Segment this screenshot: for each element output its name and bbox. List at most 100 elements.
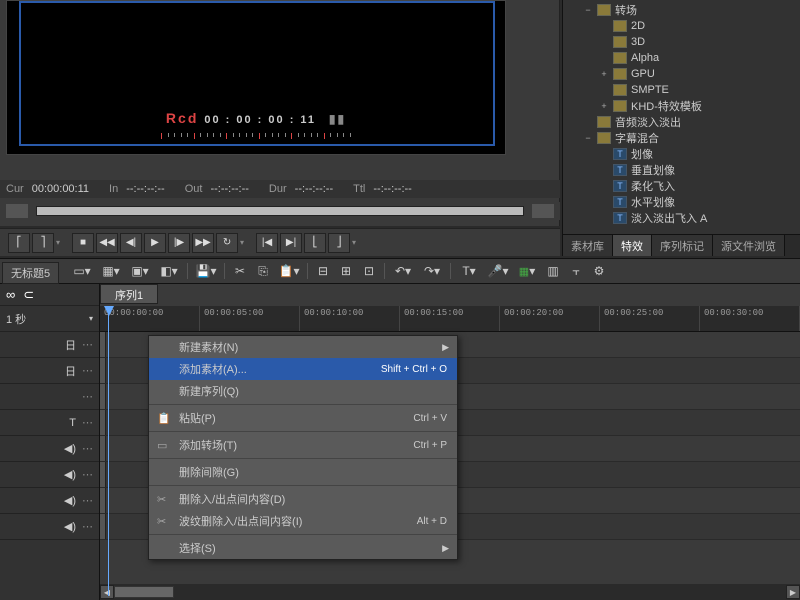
ruler-cell: 00:00:30:00 xyxy=(700,306,800,331)
tree-item[interactable]: +KHD-特效模板 xyxy=(563,98,800,114)
context-menu-item[interactable]: 添加素材(A)...Shift + Ctrl + O xyxy=(149,358,457,380)
rewind-button[interactable]: ◀◀ xyxy=(96,233,118,253)
timeline-ruler[interactable]: 00:00:00:0000:00:05:0000:00:10:0000:00:1… xyxy=(100,306,800,332)
tool-dropdown-1[interactable]: ▭▾ xyxy=(69,262,95,280)
group-button[interactable]: ⊞ xyxy=(336,262,356,280)
folder-icon xyxy=(613,100,627,112)
track-options-icon[interactable]: ⋯ xyxy=(82,520,93,533)
link-mode-icon[interactable]: ∞ xyxy=(6,287,15,302)
tree-item[interactable]: 3D xyxy=(563,34,800,50)
context-menu-item[interactable]: 选择(S)▶ xyxy=(149,537,457,559)
fx-tab[interactable]: 源文件浏览 xyxy=(713,235,785,256)
tree-item[interactable]: −字幕混合 xyxy=(563,130,800,146)
save-button[interactable]: 💾▾ xyxy=(193,262,219,280)
hscroll-left-button[interactable]: ◀ xyxy=(100,585,114,599)
tree-toggle-icon[interactable]: + xyxy=(599,101,609,111)
tool-dropdown-4[interactable]: ◧▾ xyxy=(156,262,182,280)
track-edge xyxy=(100,514,106,539)
timeline-hscroll[interactable]: ◀ ▶ xyxy=(100,584,800,600)
split-button[interactable]: ⊟ xyxy=(313,262,333,280)
fx-tab[interactable]: 特效 xyxy=(613,235,652,256)
cut-button[interactable]: ✂ xyxy=(230,262,250,280)
context-menu-item[interactable]: 新建素材(N)▶ xyxy=(149,336,457,358)
track-header[interactable]: ◀)⋯ xyxy=(0,488,99,514)
tree-item[interactable]: T淡入淡出飞入 B xyxy=(563,226,800,228)
track-header[interactable]: 日⋯ xyxy=(0,332,99,358)
step-fwd-button[interactable]: |▶ xyxy=(168,233,190,253)
fx-tab[interactable]: 素材库 xyxy=(563,235,613,256)
layout-button[interactable]: ▥ xyxy=(543,262,563,280)
track-options-icon[interactable]: ⋯ xyxy=(82,364,93,377)
adjust-button[interactable]: ⫟ xyxy=(566,262,586,280)
tool-dropdown-2[interactable]: ▦▾ xyxy=(98,262,124,280)
stop-button[interactable]: ■ xyxy=(72,233,94,253)
tree-item[interactable]: −转场 xyxy=(563,2,800,18)
tree-item[interactable]: T垂直划像 xyxy=(563,162,800,178)
title-tool-button[interactable]: T▾ xyxy=(456,262,482,280)
track-header[interactable]: ◀)⋯ xyxy=(0,462,99,488)
color-tool-button[interactable]: ▦▾ xyxy=(514,262,540,280)
redo-button[interactable]: ↷▾ xyxy=(419,262,445,280)
scrub-right-gutter[interactable] xyxy=(532,204,554,218)
jump-in-button[interactable]: |◀ xyxy=(256,233,278,253)
ffwd-button[interactable]: ▶▶ xyxy=(192,233,214,253)
bracket-in-button[interactable]: ⎣ xyxy=(304,233,326,253)
track-options-icon[interactable]: ⋯ xyxy=(82,416,93,429)
tree-item[interactable]: T淡入淡出飞入 A xyxy=(563,210,800,226)
settings-button[interactable]: ⚙ xyxy=(589,262,609,280)
track-header[interactable]: ⋯ xyxy=(0,384,99,410)
paste-button[interactable]: 📋▾ xyxy=(276,262,302,280)
play-button[interactable]: ▶ xyxy=(144,233,166,253)
tree-item[interactable]: T柔化飞入 xyxy=(563,178,800,194)
preview-viewport[interactable]: Rcd00 : 00 : 00 : 11 ▮▮ xyxy=(6,0,506,155)
fx-icon: T xyxy=(613,180,627,192)
bracket-out-button[interactable]: ⎦ xyxy=(328,233,350,253)
track-options-icon[interactable]: ⋯ xyxy=(82,468,93,481)
context-menu-item[interactable]: 删除间隙(G) xyxy=(149,461,457,483)
mark-in-button[interactable]: ⎡ xyxy=(8,233,30,253)
timeline-scale-row[interactable]: 1 秒 ▾ xyxy=(0,306,99,332)
rec-label: Rcd xyxy=(166,110,198,126)
scrub-left-gutter[interactable] xyxy=(6,204,28,218)
tree-item[interactable]: T划像 xyxy=(563,146,800,162)
tree-label: SMPTE xyxy=(631,84,669,96)
undo-button[interactable]: ↶▾ xyxy=(390,262,416,280)
playhead[interactable] xyxy=(108,306,109,596)
tool-dropdown-3[interactable]: ▣▾ xyxy=(127,262,153,280)
track-options-icon[interactable]: ⋯ xyxy=(82,442,93,455)
ungroup-button[interactable]: ⊡ xyxy=(359,262,379,280)
menu-item-label: 新建素材(N) xyxy=(179,339,238,355)
context-menu-item: ▭添加转场(T)Ctrl + P xyxy=(149,434,457,456)
step-back-button[interactable]: ◀| xyxy=(120,233,142,253)
track-header[interactable]: ◀)⋯ xyxy=(0,514,99,540)
sequence-tab[interactable]: 序列1 xyxy=(100,284,158,304)
track-options-icon[interactable]: ⋯ xyxy=(82,390,93,403)
effects-tree[interactable]: −转场2D3DAlpha+GPU SMPTE +KHD-特效模板音频淡入淡出−字幕混… xyxy=(563,0,800,228)
track-header[interactable]: T⋯ xyxy=(0,410,99,436)
tree-item[interactable]: 音频淡入淡出 xyxy=(563,114,800,130)
track-header[interactable]: ◀)⋯ xyxy=(0,436,99,462)
track-options-icon[interactable]: ⋯ xyxy=(82,338,93,351)
loop-button[interactable]: ↻ xyxy=(216,233,238,253)
tree-item[interactable]: T水平划像 xyxy=(563,194,800,210)
track-options-icon[interactable]: ⋯ xyxy=(82,494,93,507)
tree-item[interactable]: 2D xyxy=(563,18,800,34)
track-header[interactable]: 日⋯ xyxy=(0,358,99,384)
tree-item[interactable]: SMPTE xyxy=(563,82,800,98)
jump-out-button[interactable]: ▶| xyxy=(280,233,302,253)
hscroll-right-button[interactable]: ▶ xyxy=(786,585,800,599)
fx-tab[interactable]: 序列标记 xyxy=(652,235,713,256)
tree-toggle-icon[interactable]: − xyxy=(583,133,593,143)
audio-tool-button[interactable]: 🎤▾ xyxy=(485,262,511,280)
context-menu-item[interactable]: 新建序列(Q) xyxy=(149,380,457,402)
scale-dropdown-icon[interactable]: ▾ xyxy=(89,314,93,323)
tree-toggle-icon[interactable]: + xyxy=(599,69,609,79)
tree-toggle-icon[interactable]: − xyxy=(583,5,593,15)
magnet-mode-icon[interactable]: ⊂ xyxy=(23,287,34,303)
mark-out-button[interactable]: ⎤ xyxy=(32,233,54,253)
tree-item[interactable]: +GPU xyxy=(563,66,800,82)
scrub-track[interactable] xyxy=(36,206,524,216)
copy-button[interactable]: ⎘ xyxy=(253,262,273,280)
tree-item[interactable]: Alpha xyxy=(563,50,800,66)
hscroll-thumb[interactable] xyxy=(114,586,174,598)
